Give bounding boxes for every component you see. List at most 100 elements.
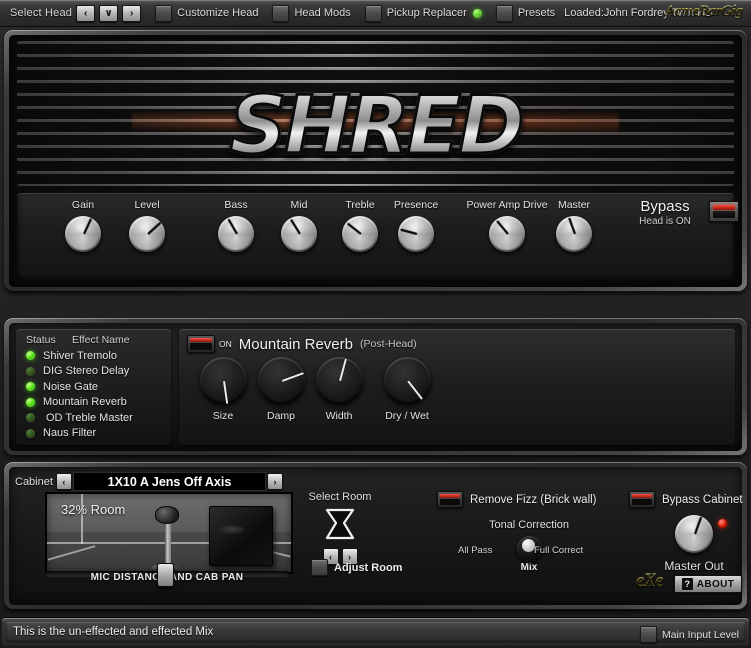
amp-head-panel: SHRED Gain Level Bass Mid Treble Presenc… xyxy=(4,30,747,292)
effect-led-icon[interactable] xyxy=(26,382,35,392)
about-button[interactable]: ? ABOUT xyxy=(674,575,742,593)
knob-dry-wet-pointer xyxy=(407,379,423,399)
knob-size-pointer xyxy=(223,380,229,403)
presets-label: Presets xyxy=(517,7,556,19)
cabinet-selector: Cabinet ‹ 1X10 A Jens Off Axis › xyxy=(15,472,283,491)
bypass-head-switch[interactable] xyxy=(709,201,739,222)
bypass-cabinet-switch-body xyxy=(632,499,652,505)
pickup-replacer-button[interactable] xyxy=(364,4,382,22)
knob-damp-pointer xyxy=(281,371,304,382)
help-question-icon: ? xyxy=(681,578,693,590)
bypass-cabinet-switch[interactable] xyxy=(629,491,655,508)
knob-power-amp-drive-dial[interactable] xyxy=(489,216,525,252)
effects-list-item[interactable]: Naus Filter xyxy=(16,426,171,442)
bypass-switch-indicator-icon xyxy=(713,205,735,210)
knob-gain[interactable]: Gain xyxy=(53,199,113,252)
head-mods-button[interactable] xyxy=(272,4,290,22)
bypass-cabinet-group: Bypass Cabinet xyxy=(629,491,743,508)
effect-detail-header: ON Mountain Reverb (Post-Head) xyxy=(179,329,735,353)
knob-master-dial[interactable] xyxy=(556,216,592,252)
effects-list-header: Status Effect Name xyxy=(16,329,171,348)
knob-bass-pointer xyxy=(227,218,238,235)
effect-led-icon[interactable] xyxy=(26,428,35,438)
knob-damp[interactable]: Damp xyxy=(249,357,313,422)
effects-list-item[interactable]: DIG Stereo Delay xyxy=(16,364,171,380)
knob-treble-pointer xyxy=(346,222,362,235)
presets-button[interactable] xyxy=(495,4,513,22)
effect-led-icon[interactable] xyxy=(26,366,35,376)
remove-fizz-switch[interactable] xyxy=(437,491,463,508)
knob-power-amp-drive-label: Power Amp Drive xyxy=(466,199,548,211)
cabinet-panel-inner: Cabinet ‹ 1X10 A Jens Off Axis › 32% Roo… xyxy=(9,467,743,605)
customize-head-button[interactable] xyxy=(155,4,173,22)
remove-fizz-label: Remove Fizz (Brick wall) xyxy=(470,493,597,506)
effect-detail-title: Mountain Reverb xyxy=(238,335,353,353)
knob-master[interactable]: Master xyxy=(544,199,604,252)
knob-presence-dial[interactable] xyxy=(398,216,434,252)
knob-width-dial[interactable] xyxy=(315,357,363,404)
effects-list-item[interactable]: Shiver Tremolo xyxy=(16,348,171,364)
amp-head-inner: SHRED Gain Level Bass Mid Treble Presenc… xyxy=(9,35,742,287)
amp-name-logo: SHRED xyxy=(9,78,742,174)
select-head-next-button[interactable]: › xyxy=(122,4,142,22)
effects-list-item[interactable]: OD Treble Master xyxy=(16,410,171,426)
effect-name: Mountain Reverb xyxy=(43,396,127,409)
select-head-dropdown-button[interactable]: ∨ xyxy=(99,4,119,22)
knob-power-amp-drive[interactable]: Power Amp Drive xyxy=(457,199,557,252)
bypass-cabinet-indicator-icon xyxy=(632,494,652,498)
knob-width-label: Width xyxy=(325,410,353,422)
knob-width-pointer xyxy=(339,358,347,381)
cabinet-name-display[interactable]: 1X10 A Jens Off Axis xyxy=(72,472,266,491)
select-head-prev-button[interactable]: ‹ xyxy=(76,4,96,22)
effects-list-item[interactable]: Noise Gate xyxy=(16,379,171,395)
effect-power-switch[interactable] xyxy=(187,335,215,353)
cabinet-prev-button[interactable]: ‹ xyxy=(55,473,72,490)
knob-width[interactable]: Width xyxy=(307,357,371,422)
knob-size-dial[interactable] xyxy=(199,357,247,404)
cabinet-next-button[interactable]: › xyxy=(267,473,283,490)
select-room-label: Select Room xyxy=(308,491,372,503)
effect-power-indicator-icon xyxy=(190,338,212,342)
knob-dry-wet[interactable]: Dry / Wet xyxy=(369,357,445,422)
bypass-switch-body xyxy=(713,211,735,218)
effect-name: OD Treble Master xyxy=(46,411,133,424)
mic-distance-slider-handle[interactable] xyxy=(157,563,174,587)
knob-dry-wet-dial[interactable] xyxy=(383,357,431,404)
knob-damp-dial[interactable] xyxy=(257,357,305,404)
effect-led-icon[interactable] xyxy=(26,351,35,361)
master-out-knob[interactable] xyxy=(675,515,713,553)
plugin-window: Select Head ‹ ∨ › Customize Head Head Mo… xyxy=(0,0,751,648)
knob-bass-dial[interactable] xyxy=(218,216,254,252)
knob-level-dial[interactable] xyxy=(129,216,165,252)
main-input-level-group: Main Input Level xyxy=(639,626,739,643)
room-preview[interactable]: 32% Room xyxy=(45,492,293,574)
adjust-room-checkbox[interactable] xyxy=(311,559,328,576)
knob-presence[interactable]: Presence xyxy=(386,199,446,252)
knob-gain-dial[interactable] xyxy=(65,216,101,252)
main-input-level-button[interactable] xyxy=(639,626,657,643)
knob-size[interactable]: Size xyxy=(191,357,255,422)
exe-logo: eXe xyxy=(636,570,664,591)
knob-level[interactable]: Level xyxy=(117,199,177,252)
all-pass-label: All Pass xyxy=(458,545,493,556)
tonal-correction-knob-cap xyxy=(521,539,535,552)
microphone-head-graphic xyxy=(155,506,179,524)
knob-mid-dial[interactable] xyxy=(281,216,317,252)
knob-treble[interactable]: Treble xyxy=(330,199,390,252)
effects-list-item[interactable]: Mountain Reverb xyxy=(16,395,171,411)
pickup-replacer-label: Pickup Replacer xyxy=(386,7,467,19)
effect-led-icon[interactable] xyxy=(26,397,35,407)
knob-master-label: Master xyxy=(557,199,591,211)
knob-mid[interactable]: Mid xyxy=(269,199,329,252)
knob-dry-wet-label: Dry / Wet xyxy=(385,410,429,422)
status-bar: This is the un-effected and effected Mix… xyxy=(6,622,745,643)
knob-presence-pointer xyxy=(400,228,418,235)
remove-fizz-indicator-icon xyxy=(440,494,460,498)
effect-power-switch-body xyxy=(190,343,212,350)
pickup-replacer-led-icon xyxy=(472,8,482,18)
effect-name: Naus Filter xyxy=(43,427,97,440)
select-room-group: Select Room ‹ › xyxy=(305,491,375,565)
knob-treble-dial[interactable] xyxy=(342,216,378,252)
knob-bass[interactable]: Bass xyxy=(206,199,266,252)
effect-led-icon[interactable] xyxy=(26,413,35,423)
